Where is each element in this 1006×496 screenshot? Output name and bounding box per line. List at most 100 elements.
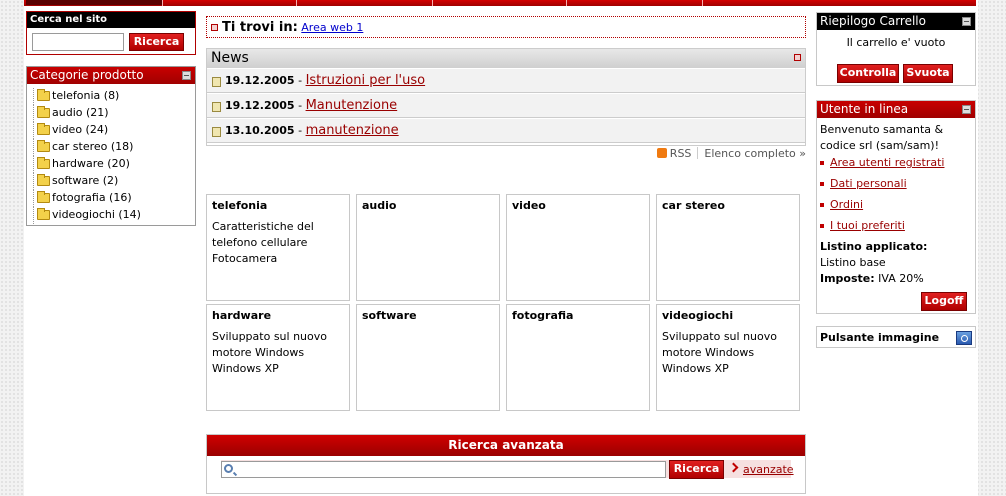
category-tile[interactable]: videogiochi Sviluppato sul nuovo motore … — [656, 304, 800, 411]
categories-title: Categorie prodotto — [30, 68, 144, 82]
pricelist-label: Listino applicato: — [820, 240, 928, 253]
minimize-icon[interactable] — [962, 105, 971, 114]
top-nav-divider — [296, 0, 297, 6]
user-link-item[interactable]: Area utenti registrati — [820, 155, 972, 176]
advanced-options-link[interactable]: avanzate — [743, 463, 794, 476]
tax-label: Imposte: — [820, 272, 875, 285]
tile-name[interactable]: audio — [362, 199, 494, 212]
breadcrumb-label: Ti trovi in: — [222, 20, 298, 35]
category-list: telefonia (8) audio (21) video (24) car … — [27, 84, 195, 224]
folder-icon — [37, 106, 50, 118]
category-item[interactable]: telefonia (8) — [33, 88, 195, 105]
page: Cerca nel sito Ricerca Categorie prodott… — [24, 0, 978, 496]
folder-icon — [37, 89, 50, 101]
user-header: Utente in linea — [817, 101, 975, 118]
news-link[interactable]: manutenzione — [306, 123, 399, 138]
category-tile[interactable]: car stereo — [656, 194, 800, 301]
tile-name[interactable]: video — [512, 199, 644, 212]
logoff-button[interactable]: Logoff — [921, 292, 967, 311]
user-link[interactable]: Ordini — [830, 198, 863, 211]
category-tile[interactable]: telefonia Caratteristiche del telefono c… — [206, 194, 350, 301]
category-item[interactable]: video (24) — [33, 122, 195, 139]
document-icon — [212, 77, 221, 87]
cart-title: Riepilogo Carrello — [820, 14, 926, 28]
user-link[interactable]: Dati personali — [830, 177, 907, 190]
cart-header: Riepilogo Carrello — [817, 13, 975, 30]
image-button-box[interactable]: Pulsante immagine — [816, 326, 976, 348]
top-nav-active-tab[interactable] — [26, 0, 162, 5]
advanced-search-row: Ricerca avanzate — [221, 460, 794, 479]
category-label: hardware (20) — [52, 157, 130, 170]
document-icon — [212, 102, 221, 112]
user-link[interactable]: I tuoi preferiti — [830, 219, 905, 232]
minimize-icon[interactable] — [794, 54, 801, 61]
tile-description: Sviluppato sul nuovo motore Windows Wind… — [212, 330, 327, 375]
category-tile[interactable]: hardware Sviluppato sul nuovo motore Win… — [206, 304, 350, 411]
top-nav-bar — [24, 0, 976, 6]
cart-check-button[interactable]: Controlla — [837, 64, 899, 83]
category-tile[interactable]: audio — [356, 194, 500, 301]
folder-icon — [37, 157, 50, 169]
news-date: 19.12.2005 — [225, 74, 295, 87]
site-search-input[interactable] — [32, 33, 124, 51]
minimize-icon[interactable] — [962, 17, 971, 26]
news-link[interactable]: Istruzioni per l'uso — [306, 73, 426, 88]
tile-name[interactable]: fotografia — [512, 309, 644, 322]
top-nav-divider — [702, 0, 703, 6]
top-nav-divider — [432, 0, 433, 6]
folder-icon — [37, 123, 50, 135]
image-button-label: Pulsante immagine — [820, 331, 940, 344]
cart-status: Il carrello e' vuoto — [846, 36, 946, 49]
cart-empty-button[interactable]: Svuota — [903, 64, 953, 83]
category-item[interactable]: audio (21) — [33, 105, 195, 122]
site-search-button[interactable]: Ricerca — [129, 33, 184, 51]
categories-box: Categorie prodotto telefonia (8) audio (… — [26, 66, 196, 226]
tile-name[interactable]: car stereo — [662, 199, 794, 212]
news-all-link[interactable]: Elenco completo » — [704, 147, 806, 160]
advanced-search-button[interactable]: Ricerca — [669, 460, 724, 479]
image-button-icon[interactable] — [956, 331, 972, 345]
bullet-square-icon — [211, 24, 218, 31]
advanced-search-title: Ricerca avanzata — [207, 435, 805, 456]
user-link-item[interactable]: Ordini — [820, 197, 972, 218]
category-item[interactable]: videogiochi (14) — [33, 207, 195, 224]
tile-name[interactable]: videogiochi — [662, 309, 794, 322]
tile-description: Caratteristiche del telefono cellulare F… — [212, 220, 314, 265]
user-link-item[interactable]: Dati personali — [820, 176, 972, 197]
tile-name[interactable]: software — [362, 309, 494, 322]
category-tile[interactable]: video — [506, 194, 650, 301]
category-tile[interactable]: software — [356, 304, 500, 411]
category-item[interactable]: hardware (20) — [33, 156, 195, 173]
category-label: software (2) — [52, 174, 119, 187]
search-icon — [224, 464, 233, 473]
tax-value: IVA 20% — [878, 272, 924, 285]
minimize-icon[interactable] — [182, 71, 191, 80]
rss-link[interactable]: RSS — [670, 147, 692, 160]
category-label: videogiochi (14) — [52, 208, 141, 221]
rss-icon[interactable] — [656, 148, 667, 158]
cart-box: Riepilogo Carrello Il carrello e' vuoto … — [816, 12, 976, 86]
category-item[interactable]: software (2) — [33, 173, 195, 190]
user-link[interactable]: Area utenti registrati — [830, 156, 944, 169]
tile-name[interactable]: telefonia — [212, 199, 344, 212]
user-links: Area utenti registrati Dati personali Or… — [820, 155, 972, 239]
news-box: News 19.12.2005 - Istruzioni per l'uso 1… — [206, 48, 806, 146]
category-label: telefonia (8) — [52, 89, 120, 102]
category-tiles: telefonia Caratteristiche del telefono c… — [206, 194, 806, 412]
category-tile[interactable]: fotografia — [506, 304, 650, 411]
folder-icon — [37, 174, 50, 186]
document-icon — [212, 127, 221, 137]
news-footer-links: RSS Elenco completo » — [206, 147, 806, 161]
pricelist-value: Listino base — [820, 256, 886, 269]
category-item[interactable]: fotografia (16) — [33, 190, 195, 207]
categories-header: Categorie prodotto — [27, 67, 195, 84]
news-link[interactable]: Manutenzione — [306, 98, 398, 113]
tile-name[interactable]: hardware — [212, 309, 344, 322]
breadcrumb-link[interactable]: Area web 1 — [301, 21, 363, 34]
news-date: 19.12.2005 — [225, 99, 295, 112]
user-body: Benvenuto samanta & codice srl (sam/sam)… — [817, 118, 975, 291]
category-item[interactable]: car stereo (18) — [33, 139, 195, 156]
advanced-search-input[interactable] — [221, 461, 666, 478]
user-link-item[interactable]: I tuoi preferiti — [820, 218, 972, 239]
tile-description: Sviluppato sul nuovo motore Windows Wind… — [662, 330, 777, 375]
